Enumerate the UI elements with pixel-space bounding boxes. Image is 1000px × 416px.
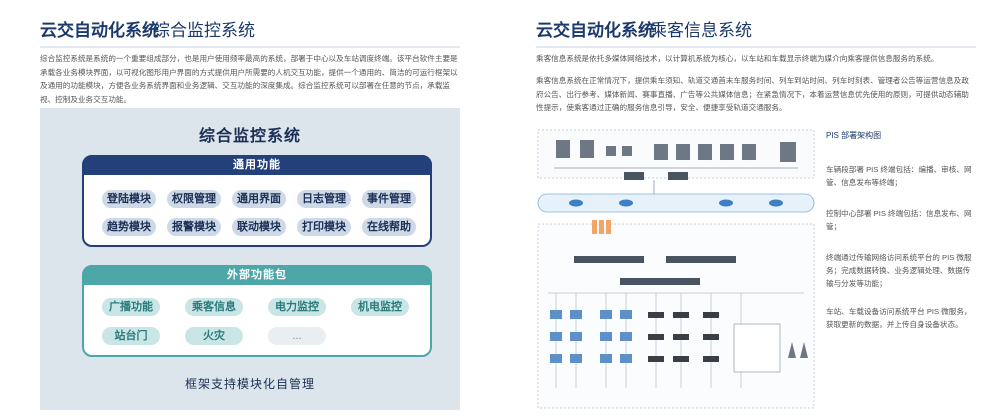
diagram-title: 综合监控系统 <box>198 128 301 145</box>
package-pill: 站台门 <box>102 327 160 345</box>
left-divider <box>40 46 460 48</box>
firewall-icon <box>592 220 611 234</box>
right-paragraph-2: 乘客信息系统在正常情况下，提供乘车须知、轨道交通首末车服务时间、列车到站时间、列… <box>536 76 969 112</box>
module-pill: 日志管理 <box>297 190 351 208</box>
diagram-footer: 框架支持模块化自管理 <box>184 377 315 391</box>
module-pill: 登陆模块 <box>102 190 156 208</box>
module-pill: 趋势模块 <box>102 218 156 236</box>
module-pill: 联动模块 <box>232 218 286 236</box>
pis-note-terminal-access: 终端通过传输网络访问系统平台的 PIS 微服务；完成数据转换、业务逻辑处理、数据… <box>826 253 972 288</box>
left-subtitle: 综合监控系统 <box>153 21 255 40</box>
pis-note-control-center: 控制中心部署 PIS 终端包括：信息发布、网管； <box>826 209 972 231</box>
switch-icon <box>668 172 688 180</box>
package-pill: 广播功能 <box>102 298 160 316</box>
station-switch-icon <box>666 256 736 263</box>
pis-note-depot: 车辆段部署 PIS 终端包括：编播、审核、网管、信息发布等终端； <box>826 165 972 187</box>
pis-note-station-vehicle: 车站、车载设备访问系统平台 PIS 微服务，获取更新的数据，并上传自身设备状态。 <box>826 307 972 329</box>
pis-diagram-caption: PIS 部署架构图 <box>826 131 882 140</box>
module-pill: 权限管理 <box>167 190 221 208</box>
package-pill: 机电监控 <box>351 298 409 316</box>
package-pill: 火灾 <box>185 327 243 345</box>
module-pill: 事件管理 <box>362 190 416 208</box>
switch-icon <box>624 172 644 180</box>
right-divider <box>536 46 976 48</box>
station-switch-icon <box>574 256 644 263</box>
right-paragraph-1: 乘客信息系统是依托多媒体网络技术，以计算机系统为核心，以车站和车载显示终端为媒介… <box>536 54 939 63</box>
module-pill: 报警模块 <box>167 218 221 236</box>
right-subtitle: 乘客信息系统 <box>650 21 752 40</box>
package-pill: 电力监控 <box>268 298 326 316</box>
module-pill: 打印模块 <box>297 218 351 236</box>
onboard-equipment-box <box>733 323 781 373</box>
general-functions-card: 通用功能 登陆模块 权限管理 通用界面 日志管理 事件管理 趋势模块 报警模块 … <box>82 155 432 247</box>
left-intro-paragraph: 综合监控系统是系统的一个重要组成部分，也是用户使用频率最高的系统，部署于中心以及… <box>40 54 458 104</box>
pis-architecture-diagram <box>537 129 815 409</box>
external-functions-card: 外部功能包 广播功能 乘客信息 电力监控 机电监控 站台门 火灾 ... <box>82 265 432 357</box>
diagram-panel <box>40 108 460 410</box>
module-pill: 在线帮助 <box>362 218 416 236</box>
left-brand-title: 云交自动化系统 <box>40 21 159 40</box>
package-pill-more: ... <box>268 327 326 345</box>
station-switch-icon <box>620 278 700 285</box>
module-pill: 通用界面 <box>232 190 286 208</box>
right-brand-title: 云交自动化系统 <box>536 21 655 40</box>
package-pill: 乘客信息 <box>185 298 243 316</box>
external-functions-header: 外部功能包 <box>82 265 432 285</box>
general-functions-header: 通用功能 <box>82 155 432 175</box>
